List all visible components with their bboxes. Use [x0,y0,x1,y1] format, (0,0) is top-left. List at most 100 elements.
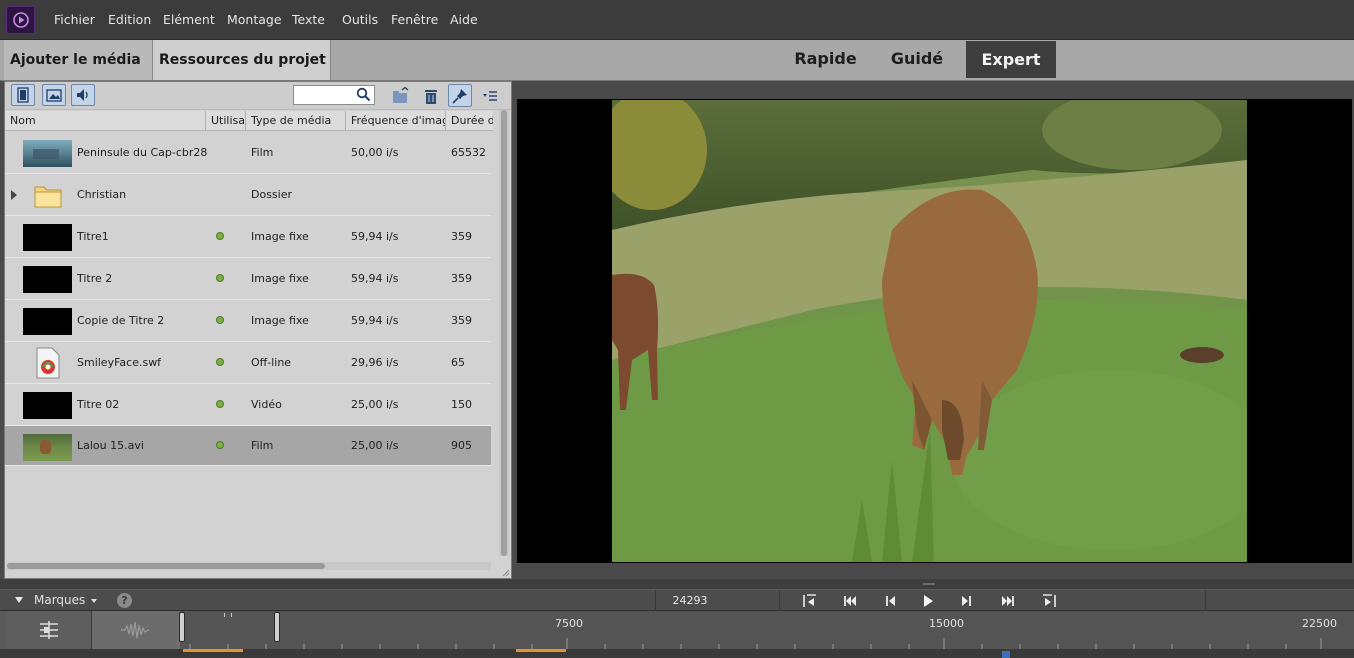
media-duration: 905 [451,439,472,452]
step-back-button[interactable] [880,592,902,610]
menu-montage[interactable]: Montage [227,0,282,40]
go-to-end-icon [1043,594,1056,607]
media-duration: 65 [451,356,465,369]
menu-edition[interactable]: Edition [108,0,151,40]
video-frame [612,100,1247,562]
waveform-icon [121,621,150,639]
ruler-ticks [189,638,1322,649]
menu-fenetre[interactable]: Fenêtre [391,0,438,40]
table-row-selected[interactable]: Lalou 15.avi Film 25,00 i/s 905 [5,426,491,466]
speaker-icon [77,89,88,101]
project-assets-button[interactable]: Ressources du projet [153,40,331,103]
panel-toolbar [5,82,511,110]
scrollbar-thumb[interactable] [7,563,325,569]
step-forward-button[interactable] [955,592,977,610]
llama-thumbnail [23,434,72,461]
app-logo-icon [6,6,35,34]
used-indicator-icon [216,316,224,324]
search-icon [356,87,371,106]
go-to-start-button[interactable] [799,592,821,610]
work-area-end-handle[interactable] [274,612,280,642]
next-edit-button[interactable] [996,592,1018,610]
triangle-down-icon [15,597,23,603]
markers-menu[interactable]: Marques [6,590,156,611]
black-thumbnail [23,392,72,419]
media-duration: 359 [451,230,472,243]
view-options-button[interactable] [479,85,501,107]
horizontal-scrollbar[interactable] [7,562,491,570]
column-header-rate[interactable]: Fréquence d'image [346,111,446,131]
landscape-thumbnail [23,140,72,167]
rendered-segment [183,649,243,652]
menu-fichier[interactable]: Fichier [54,0,95,40]
column-header-duration[interactable]: Durée d [446,111,493,131]
premiere-elements-window: Fichier Edition Elément Montage Texte Ou… [0,0,1354,658]
expand-arrow-icon[interactable] [11,190,17,200]
vertical-scrollbar[interactable] [499,110,509,556]
go-to-end-button[interactable] [1038,592,1060,610]
resize-grip-icon[interactable] [502,569,510,577]
media-type: Vidéo [251,398,282,411]
preview-screen[interactable] [517,99,1352,563]
media-name: Copie de Titre 2 [77,314,165,327]
playhead-marker[interactable] [1002,651,1010,658]
menu-texte[interactable]: Texte [292,0,325,40]
used-indicator-icon [216,358,224,366]
menu-element[interactable]: Elément [163,0,215,40]
media-name: Titre 2 [77,272,113,285]
help-button[interactable]: ? [117,593,132,608]
monitor-panel [512,81,1354,579]
previous-edit-button[interactable] [840,592,862,610]
table-row[interactable]: Titre 02 Vidéo 25,00 i/s 150 [5,384,491,426]
folder-up-icon [393,87,409,103]
ruler-label: 7500 [555,617,583,630]
media-name: Peninsule du Cap-cbr28. [77,146,207,159]
track-settings-button[interactable] [6,611,92,649]
folder-icon [34,186,62,208]
film-icon [17,87,29,103]
divider [1205,590,1206,611]
media-type: Off-line [251,356,292,369]
table-row[interactable]: Titre 2 Image fixe 59,94 i/s 359 [5,258,491,300]
used-indicator-icon [216,274,224,282]
menu-aide[interactable]: Aide [450,0,478,40]
filter-video-button[interactable] [11,84,35,106]
table-row[interactable]: Christian Dossier [5,174,491,216]
add-media-label: Ajouter le média [10,52,141,68]
timecode-display[interactable]: 24293 [655,590,725,611]
play-button[interactable] [917,592,939,610]
column-header-used[interactable]: Utilisati [206,111,246,131]
filter-audio-button[interactable] [71,84,95,106]
zoom-grip[interactable] [224,613,232,617]
add-media-button[interactable]: Ajouter le média [4,40,153,103]
transport-bar: Marques ? 24293 [0,589,1354,611]
table-row[interactable]: Titre1 Image fixe 59,94 i/s 359 [5,216,491,258]
ruler-label: 22500 [1302,617,1337,630]
time-ruler[interactable]: 7500 15000 22500 [179,611,1354,649]
column-header-name[interactable]: Nom [5,111,206,131]
skip-forward-icon [1002,596,1014,606]
tab-expert[interactable]: Expert [966,41,1056,78]
scrollbar-thumb[interactable] [501,110,507,556]
markers-label: Marques [34,593,86,607]
table-row[interactable]: Peninsule du Cap-cbr28. Film 50,00 i/s 6… [5,132,491,174]
chevron-down-icon [91,598,98,603]
tab-guide[interactable]: Guidé [872,40,962,80]
new-item-button[interactable] [389,85,411,107]
media-rate: 59,94 i/s [351,314,399,327]
pin-button[interactable] [448,84,472,107]
media-type: Film [251,439,274,452]
table-row[interactable]: SmileyFace.swf Off-line 29,96 i/s 65 [5,342,491,384]
audio-waveform-button[interactable] [92,611,180,649]
media-duration: 65532 [451,146,486,159]
delete-button[interactable] [420,85,442,107]
go-to-start-icon [803,594,816,607]
column-header-type[interactable]: Type de média [246,111,346,131]
work-area-start-handle[interactable] [179,612,185,642]
menu-outils[interactable]: Outils [342,0,378,40]
filter-image-button[interactable] [42,84,66,106]
media-type: Image fixe [251,314,309,327]
table-row[interactable]: Copie de Titre 2 Image fixe 59,94 i/s 35… [5,300,491,342]
panel-splitter[interactable] [0,579,1354,589]
tab-rapide[interactable]: Rapide [779,40,872,80]
